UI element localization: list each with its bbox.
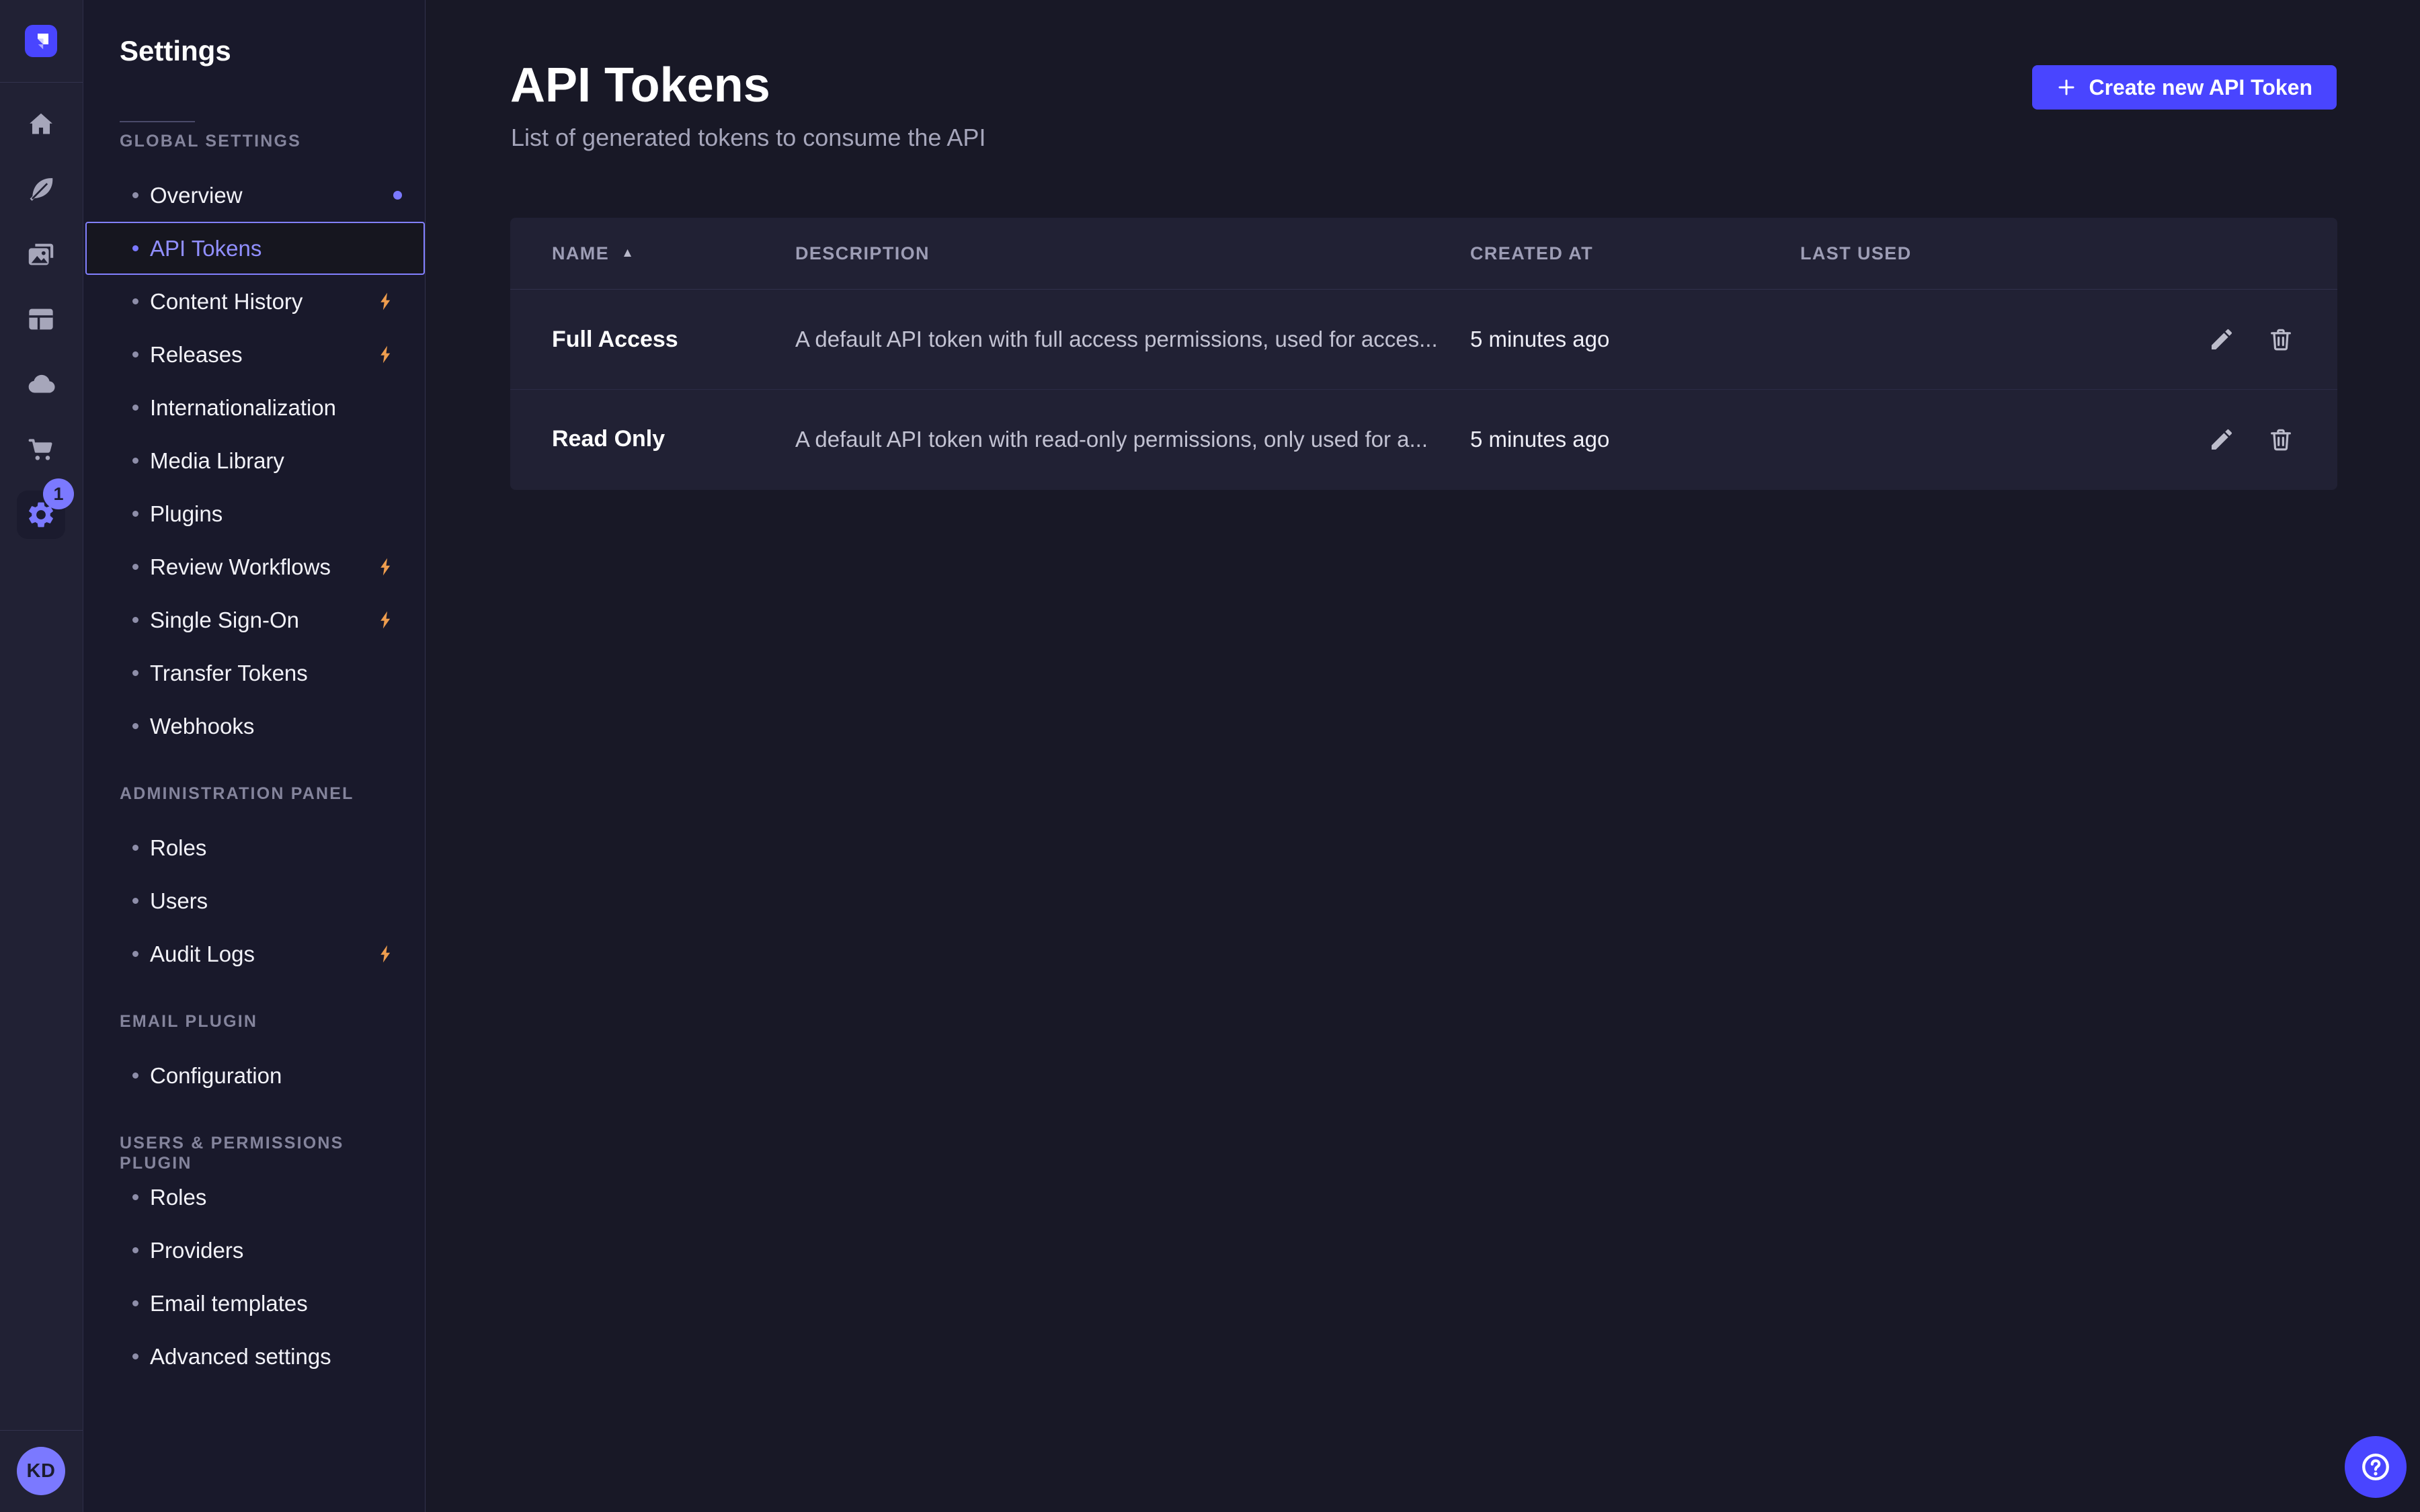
sort-asc-icon: ▲ [621, 246, 635, 261]
subnav-item-advanced-settings[interactable]: Advanced settings [83, 1330, 425, 1383]
delete-token-button[interactable] [2266, 325, 2296, 354]
subnav-item-internationalization[interactable]: Internationalization [83, 381, 425, 434]
token-description: A default API token with full access per… [795, 327, 1470, 352]
page-subtitle: List of generated tokens to consume the … [511, 124, 985, 152]
strapi-logo-glyph [25, 25, 57, 57]
trash-icon [2267, 426, 2294, 453]
rail-divider-top [0, 82, 83, 83]
bullet-icon [132, 192, 138, 198]
subnav-item-single-sign-on[interactable]: Single Sign-On [83, 593, 425, 646]
subnav-item-review-workflows[interactable]: Review Workflows [83, 540, 425, 593]
edit-token-button[interactable] [2207, 325, 2236, 354]
column-header-name[interactable]: NAME ▲ [552, 243, 795, 264]
section-label-administration-panel: ADMINISTRATION PANEL [120, 784, 407, 804]
bullet-icon [132, 405, 138, 411]
rail-divider-bottom [0, 1430, 83, 1431]
notification-dot [393, 191, 402, 200]
edit-token-button[interactable] [2207, 425, 2236, 454]
question-circle-icon [2358, 1450, 2393, 1484]
bullet-icon [132, 898, 138, 904]
subnav-item-providers[interactable]: Providers [83, 1224, 425, 1277]
token-created-at: 5 minutes ago [1470, 427, 1800, 452]
bullet-icon [132, 458, 138, 464]
bullet-icon [132, 617, 138, 623]
lightning-icon [376, 344, 397, 365]
column-header-created-at: CREATED AT [1470, 243, 1800, 264]
bullet-icon [132, 511, 138, 517]
feather-icon[interactable] [7, 165, 75, 214]
main-content: API Tokens List of generated tokens to c… [426, 0, 2420, 1512]
lightning-icon [376, 556, 397, 577]
avatar[interactable]: KD [17, 1447, 65, 1495]
subnav-item-webhooks[interactable]: Webhooks [83, 700, 425, 753]
bullet-icon [132, 1247, 138, 1253]
subnav-item-audit-logs[interactable]: Audit Logs [83, 927, 425, 980]
table-row[interactable]: Full Access A default API token with ful… [510, 290, 2337, 389]
bullet-icon [132, 845, 138, 851]
subnav-item-api-tokens[interactable]: API Tokens [85, 222, 425, 275]
column-header-last-used: LAST USED [1800, 243, 2156, 264]
subnav-item-up-roles[interactable]: Roles [83, 1171, 425, 1224]
section-label-users-permissions-plugin: USERS & PERMISSIONS PLUGIN [120, 1133, 407, 1153]
bullet-icon [132, 723, 138, 729]
strapi-logo[interactable] [25, 25, 57, 57]
token-name: Read Only [552, 426, 795, 452]
bullet-icon [132, 245, 138, 251]
help-button[interactable] [2345, 1436, 2407, 1498]
bullet-icon [132, 1194, 138, 1200]
strapi-admin-app: 1 KD Settings GLOBAL SETTINGS Overview A… [0, 0, 2420, 1512]
cloud-icon[interactable] [7, 360, 75, 409]
lightning-icon [376, 610, 397, 630]
token-description: A default API token with read-only permi… [795, 427, 1470, 452]
bullet-icon [132, 298, 138, 304]
token-name: Full Access [552, 327, 795, 353]
subnav-item-admin-roles[interactable]: Roles [83, 821, 425, 874]
settings-notification-badge: 1 [43, 478, 74, 509]
subnav-item-media-library[interactable]: Media Library [83, 434, 425, 487]
images-icon[interactable] [7, 230, 75, 279]
plus-icon [2056, 77, 2076, 97]
subnav-item-overview[interactable]: Overview [83, 169, 425, 222]
bullet-icon [132, 670, 138, 676]
subnav-item-email-configuration[interactable]: Configuration [83, 1049, 425, 1102]
table-row[interactable]: Read Only A default API token with read-… [510, 389, 2337, 489]
bullet-icon [132, 951, 138, 957]
cart-icon[interactable] [7, 425, 75, 473]
api-tokens-table: NAME ▲ DESCRIPTION CREATED AT LAST USED … [510, 218, 2337, 490]
section-label-email-plugin: EMAIL PLUGIN [120, 1011, 407, 1032]
subnav-item-content-history[interactable]: Content History [83, 275, 425, 328]
bullet-icon [132, 1300, 138, 1306]
pencil-icon [2208, 326, 2235, 353]
layout-icon[interactable] [7, 295, 75, 343]
pencil-icon [2208, 426, 2235, 453]
bullet-icon [132, 1073, 138, 1079]
bullet-icon [132, 564, 138, 570]
subnav-item-admin-users[interactable]: Users [83, 874, 425, 927]
delete-token-button[interactable] [2266, 425, 2296, 454]
table-header-row: NAME ▲ DESCRIPTION CREATED AT LAST USED [510, 218, 2337, 290]
trash-icon [2267, 326, 2294, 353]
lightning-icon [376, 291, 397, 312]
create-api-token-button[interactable]: Create new API Token [2032, 65, 2337, 110]
subnav-item-plugins[interactable]: Plugins [83, 487, 425, 540]
subnav-item-email-templates[interactable]: Email templates [83, 1277, 425, 1330]
subnav-title: Settings [120, 35, 425, 67]
token-created-at: 5 minutes ago [1470, 327, 1800, 352]
main-nav-rail: 1 KD [0, 0, 83, 1512]
settings-subnav: Settings GLOBAL SETTINGS Overview API To… [83, 0, 426, 1512]
section-label-global-settings: GLOBAL SETTINGS [120, 131, 407, 151]
bullet-icon [132, 351, 138, 358]
column-header-description: DESCRIPTION [795, 243, 1470, 264]
page-title: API Tokens [510, 58, 770, 113]
bullet-icon [132, 1353, 138, 1359]
subnav-item-transfer-tokens[interactable]: Transfer Tokens [83, 646, 425, 700]
home-icon[interactable] [7, 101, 75, 149]
subnav-item-releases[interactable]: Releases [83, 328, 425, 381]
lightning-icon [376, 943, 397, 964]
